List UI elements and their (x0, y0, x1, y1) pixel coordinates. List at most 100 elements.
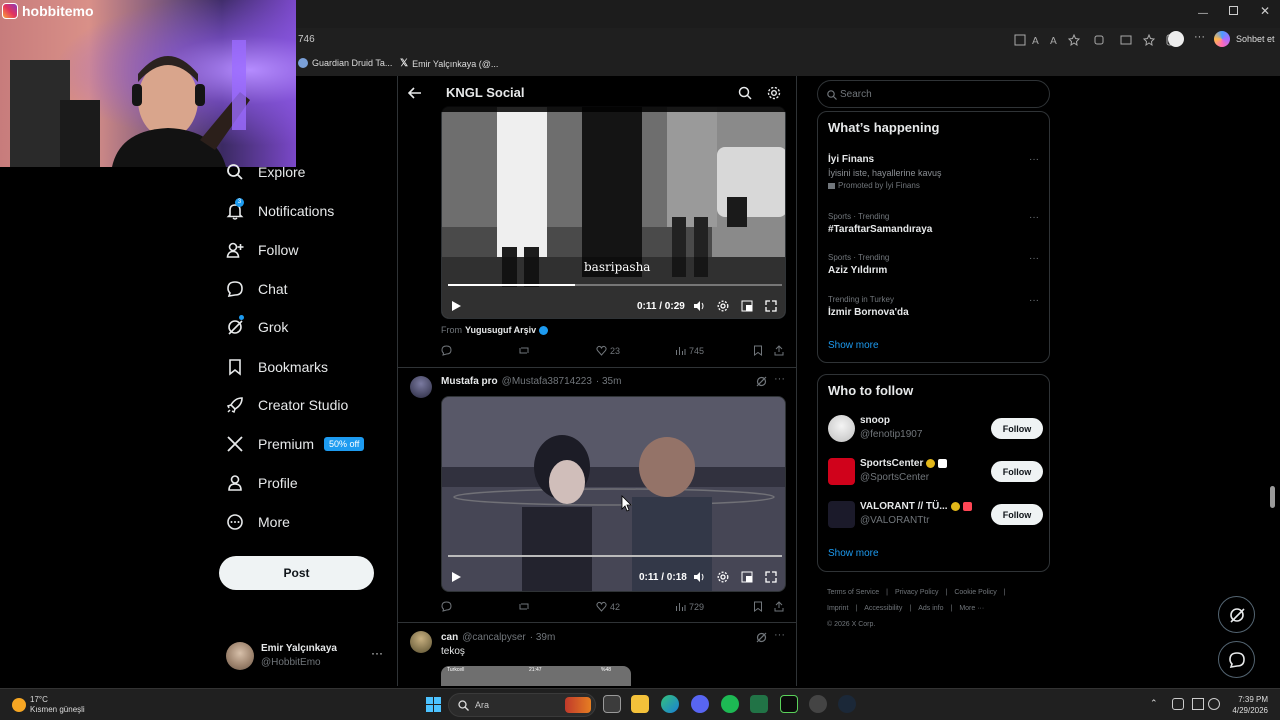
microphone-icon[interactable] (1172, 698, 1184, 710)
grok-post-icon[interactable] (756, 632, 767, 643)
restore-icon[interactable] (1229, 6, 1238, 15)
nav-grok[interactable]: Grok (226, 312, 288, 342)
post-image[interactable]: Turkcell 21:47 %48 (441, 666, 631, 686)
nav-notifications[interactable]: 3 Notifications (226, 196, 334, 226)
play-icon[interactable] (451, 300, 462, 312)
post-author[interactable]: can (441, 632, 458, 643)
nav-profile[interactable]: Profile (226, 468, 298, 498)
post-more-icon[interactable]: ··· (774, 373, 785, 385)
follow-button[interactable]: Follow (991, 461, 1043, 482)
minimize-icon[interactable]: — (1198, 8, 1208, 19)
nav-creator-studio[interactable]: Creator Studio (226, 390, 348, 420)
browser-menu-icon[interactable]: ··· (1194, 31, 1205, 43)
follow-suggestion[interactable]: VALORANT // TÜ... @VALORANTtr Follow (828, 499, 1043, 533)
profile-avatar-icon[interactable] (1168, 31, 1184, 47)
system-clock[interactable]: 7:39 PM 4/29/2026 (1224, 694, 1268, 716)
footer-link[interactable]: Terms of Service (827, 589, 879, 596)
follow-suggestion[interactable]: snoop @fenotip1907 Follow (828, 413, 1043, 447)
address-bar[interactable]: 746 A A ··· Sohbet et (296, 30, 1280, 52)
nav-premium[interactable]: Premium 50% off (226, 429, 365, 459)
read-aloud-icon[interactable]: A (1050, 34, 1062, 46)
share-button[interactable] (774, 601, 784, 612)
close-window-icon[interactable]: ✕ (1260, 4, 1270, 18)
footer-link[interactable]: Ads info (918, 605, 943, 612)
footer-link[interactable]: Imprint (827, 605, 848, 612)
task-view-icon[interactable] (603, 695, 621, 713)
like-button[interactable]: 23 (596, 345, 620, 356)
nav-more[interactable]: More (226, 507, 290, 537)
footer-link[interactable]: Accessibility (864, 605, 902, 612)
scrollbar-thumb[interactable] (1270, 486, 1275, 508)
trend-item[interactable]: Sports · Trending Aziz Yıldırım ··· (828, 253, 1043, 276)
trend-more-icon[interactable]: ··· (1029, 253, 1039, 264)
bookmark-button[interactable] (753, 345, 763, 356)
follow-button[interactable]: Follow (991, 504, 1043, 525)
spotify-icon[interactable] (721, 695, 739, 713)
obs-icon[interactable] (809, 695, 827, 713)
post-button[interactable]: Post (219, 556, 374, 590)
views-button[interactable]: 745 (675, 345, 704, 356)
post-handle[interactable]: @Mustafa38714223 (502, 376, 592, 387)
reader-icon[interactable] (1014, 34, 1026, 46)
tray-chevron-icon[interactable]: ⌃ (1150, 698, 1162, 710)
trend-more-icon[interactable]: ··· (1029, 295, 1039, 306)
bookmark-button[interactable] (753, 601, 763, 612)
footer-link[interactable]: More ··· (959, 605, 984, 612)
edge-browser-icon[interactable] (661, 695, 679, 713)
discord-icon[interactable] (691, 695, 709, 713)
search-icon[interactable] (738, 86, 752, 100)
split-screen-icon[interactable] (1120, 34, 1132, 46)
chat-float-button[interactable] (1218, 641, 1255, 678)
favorite-star-icon[interactable] (1068, 34, 1080, 46)
reply-button[interactable] (441, 345, 452, 356)
show-more-link[interactable]: Show more (828, 340, 879, 351)
favorites-icon[interactable] (1143, 34, 1155, 46)
volume-tray-icon[interactable] (1208, 698, 1220, 710)
trend-item[interactable]: İyi Finans İyisini iste, hayallerine kav… (828, 154, 1043, 190)
weather-widget[interactable]: 17°C Kısmen güneşli (12, 695, 85, 715)
share-button[interactable] (774, 345, 784, 356)
nav-chat[interactable]: Chat (226, 274, 288, 304)
translate-icon[interactable]: A (1032, 34, 1044, 46)
trend-item[interactable]: Trending in Turkey İzmir Bornova'da ··· (828, 295, 1043, 318)
trend-more-icon[interactable]: ··· (1029, 154, 1039, 165)
picture-in-picture-icon[interactable] (741, 571, 753, 583)
copilot-label[interactable]: Sohbet et (1236, 34, 1275, 44)
display-icon[interactable] (1192, 698, 1204, 710)
post-more-icon[interactable]: ··· (774, 629, 785, 641)
footer-link[interactable]: Cookie Policy (954, 589, 996, 596)
footer-link[interactable]: Privacy Policy (895, 589, 939, 596)
bookmark-item[interactable]: 𝕏 Emir Yalçınkaya (@... (400, 58, 498, 69)
nav-explore[interactable]: Explore (226, 157, 305, 187)
video-player[interactable]: 0:11 / 0:18 (441, 396, 786, 592)
scrollbar[interactable] (1268, 76, 1276, 686)
grok-float-button[interactable] (1218, 596, 1255, 633)
video-progress-bar[interactable] (448, 555, 782, 557)
bookmark-item[interactable]: Guardian Druid Ta... (298, 58, 392, 68)
copilot-icon[interactable] (1214, 31, 1230, 47)
trend-item[interactable]: Sports · Trending #TaraftarSamandıraya ·… (828, 212, 1043, 235)
show-more-link[interactable]: Show more (828, 548, 879, 559)
source-link[interactable]: Yugusuguf Arşiv (465, 325, 536, 335)
terminal-icon[interactable] (780, 695, 798, 713)
like-button[interactable]: 42 (596, 601, 620, 612)
windows-start-icon[interactable] (426, 697, 441, 712)
taskbar-search[interactable]: Ara (448, 693, 596, 717)
repost-button[interactable] (518, 345, 530, 356)
fullscreen-icon[interactable] (765, 571, 777, 583)
search-field[interactable]: Search (817, 80, 1050, 108)
repost-button[interactable] (518, 601, 530, 612)
extensions-icon[interactable] (1093, 34, 1105, 46)
reply-button[interactable] (441, 601, 452, 612)
settings-icon[interactable] (717, 571, 729, 583)
video-progress-bar[interactable] (448, 284, 782, 286)
grok-post-icon[interactable] (756, 376, 767, 387)
views-button[interactable]: 729 (675, 601, 704, 612)
trend-more-icon[interactable]: ··· (1029, 212, 1039, 223)
excel-icon[interactable] (750, 695, 768, 713)
volume-icon[interactable] (693, 571, 705, 583)
post-author[interactable]: Mustafa pro (441, 376, 498, 387)
volume-icon[interactable] (693, 300, 705, 312)
account-more-icon[interactable]: ··· (371, 646, 383, 660)
steam-icon[interactable] (838, 695, 856, 713)
